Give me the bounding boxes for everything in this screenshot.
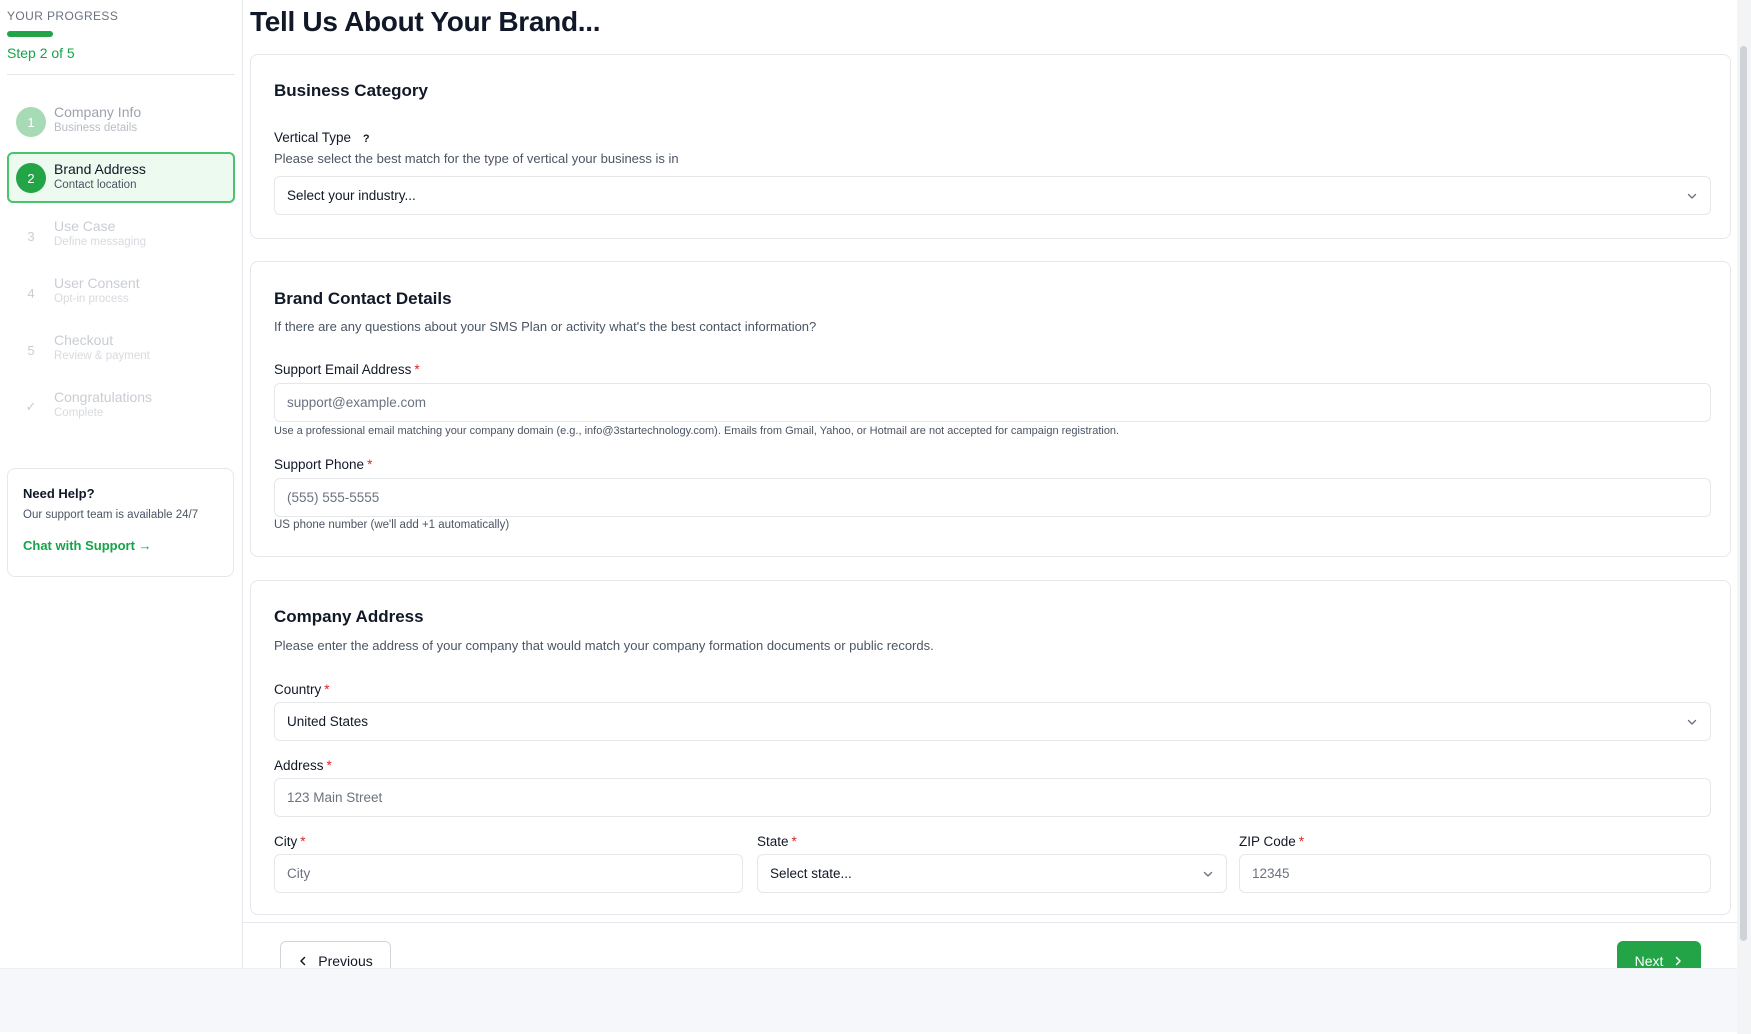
- step-number-badge: 3: [27, 228, 35, 244]
- step-subtitle: Review & payment: [54, 350, 150, 362]
- progress-step-text: Step 2 of 5: [7, 45, 75, 61]
- required-mark: *: [414, 362, 420, 377]
- required-mark: *: [791, 834, 797, 849]
- section-title: Company Address: [274, 607, 424, 626]
- section-title: Business Category: [274, 81, 428, 100]
- address-input[interactable]: 123 Main Street: [274, 778, 1711, 817]
- help-title: Need Help?: [23, 486, 95, 501]
- input-placeholder: City: [287, 866, 311, 881]
- state-select[interactable]: Select state...: [757, 854, 1227, 893]
- chevron-down-icon: [1203, 871, 1213, 877]
- required-mark: *: [324, 682, 330, 697]
- step-subtitle: Business details: [54, 122, 138, 134]
- vertical-scrollbar[interactable]: [1737, 0, 1751, 1034]
- support-email-label: Support Email Address *: [274, 362, 420, 377]
- step-number-badge: 4: [27, 285, 35, 301]
- vertical-type-label: Vertical Type ?: [274, 130, 370, 145]
- vertical-type-description: Please select the best match for the typ…: [274, 151, 679, 166]
- step-number-badge: 5: [27, 342, 35, 358]
- progress-sidebar: YOUR PROGRESS Step 2 of 5 1 Company Info…: [0, 0, 243, 968]
- help-card: Need Help? Our support team is available…: [7, 468, 234, 577]
- chevron-down-icon: [1687, 719, 1697, 725]
- step-user-consent: 4 User Consent Opt-in process: [7, 266, 235, 317]
- section-title: Brand Contact Details: [274, 289, 452, 308]
- step-congratulations: ✓ Congratulations Complete: [7, 380, 235, 431]
- business-category-card: Business Category Vertical Type ? Please…: [250, 54, 1731, 239]
- step-use-case: 3 Use Case Define messaging: [7, 209, 235, 260]
- chevron-left-icon: [300, 956, 306, 965]
- step-subtitle: Contact location: [54, 179, 137, 191]
- select-value: United States: [287, 714, 369, 729]
- chevron-right-icon: [1676, 956, 1682, 965]
- step-subtitle: Define messaging: [54, 236, 147, 248]
- select-value: Select state...: [770, 866, 852, 881]
- contact-description: If there are any questions about your SM…: [274, 319, 817, 334]
- progress-header: YOUR PROGRESS Step 2 of 5: [0, 0, 242, 61]
- label-text: ZIP Code: [1239, 834, 1296, 849]
- step-title: Brand Address: [54, 161, 146, 177]
- city-label: City *: [274, 834, 306, 849]
- required-mark: *: [326, 758, 332, 773]
- select-value: Select your industry...: [287, 188, 416, 203]
- step-title: Congratulations: [54, 389, 153, 405]
- step-title: Checkout: [54, 332, 114, 348]
- required-mark: *: [367, 457, 373, 472]
- check-icon: ✓: [25, 399, 37, 414]
- required-mark: *: [1298, 834, 1305, 849]
- phone-hint: US phone number (we'll add +1 automatica…: [274, 519, 510, 531]
- step-checkout: 5 Checkout Review & payment: [7, 323, 235, 374]
- city-input[interactable]: City: [274, 854, 743, 893]
- bottom-band: [0, 968, 1737, 1032]
- button-label: Next: [1634, 952, 1664, 969]
- email-hint: Use a professional email matching your c…: [274, 425, 1120, 437]
- label-text: City: [274, 834, 298, 849]
- label-text: Support Email Address: [274, 362, 412, 377]
- main-content: Tell Us About Your Brand... Business Cat…: [243, 0, 1737, 980]
- footer-divider: [243, 922, 1737, 923]
- label-text: State: [757, 834, 789, 849]
- step-number-badge: 2: [16, 163, 46, 193]
- label-text: Address: [274, 758, 324, 773]
- page-title: Tell Us About Your Brand...: [250, 6, 601, 37]
- input-placeholder: 12345: [1252, 866, 1290, 881]
- step-number-badge: 1: [16, 107, 46, 137]
- chat-with-support-link[interactable]: Chat with Support →: [23, 538, 152, 553]
- country-select[interactable]: United States: [274, 702, 1711, 741]
- support-phone-label: Support Phone *: [274, 457, 372, 472]
- progress-label: YOUR PROGRESS: [7, 9, 119, 23]
- step-list: 1 Company Info Business details 2 Brand …: [0, 95, 242, 431]
- input-placeholder: 123 Main Street: [287, 790, 383, 805]
- label-text: Support Phone: [274, 457, 365, 472]
- step-subtitle: Complete: [54, 407, 104, 419]
- brand-contact-card: Brand Contact Details If there are any q…: [250, 261, 1731, 557]
- step-title: User Consent: [54, 275, 140, 291]
- step-title: Use Case: [54, 218, 116, 234]
- support-phone-input[interactable]: (555) 555-5555: [274, 478, 1711, 517]
- address-label: Address *: [274, 758, 332, 773]
- step-subtitle: Opt-in process: [54, 293, 129, 305]
- step-company-info[interactable]: 1 Company Info Business details: [7, 95, 235, 146]
- step-brand-address[interactable]: 2 Brand Address Contact location: [7, 152, 235, 203]
- support-email-input[interactable]: support@example.com: [274, 383, 1711, 422]
- zip-input[interactable]: 12345: [1239, 854, 1711, 893]
- vertical-type-select[interactable]: Select your industry...: [274, 176, 1711, 215]
- divider: [7, 74, 235, 75]
- zip-label: ZIP Code *: [1239, 834, 1304, 849]
- button-label: Previous: [318, 952, 373, 969]
- required-mark: *: [300, 834, 306, 849]
- input-placeholder: support@example.com: [287, 395, 427, 410]
- label-text: Country: [274, 682, 322, 697]
- country-label: Country *: [274, 682, 330, 697]
- help-text: Our support team is available 24/7: [23, 509, 199, 521]
- address-description: Please enter the address of your company…: [274, 638, 934, 653]
- label-text: Vertical Type: [274, 130, 352, 145]
- input-placeholder: (555) 555-5555: [287, 490, 380, 505]
- company-address-card: Company Address Please enter the address…: [250, 580, 1731, 915]
- progress-bar: [7, 31, 53, 37]
- step-title: Company Info: [54, 104, 142, 120]
- scrollbar-thumb[interactable]: [1740, 46, 1747, 941]
- state-label: State *: [757, 834, 797, 849]
- chevron-down-icon: [1687, 193, 1697, 199]
- help-icon[interactable]: ?: [363, 133, 370, 145]
